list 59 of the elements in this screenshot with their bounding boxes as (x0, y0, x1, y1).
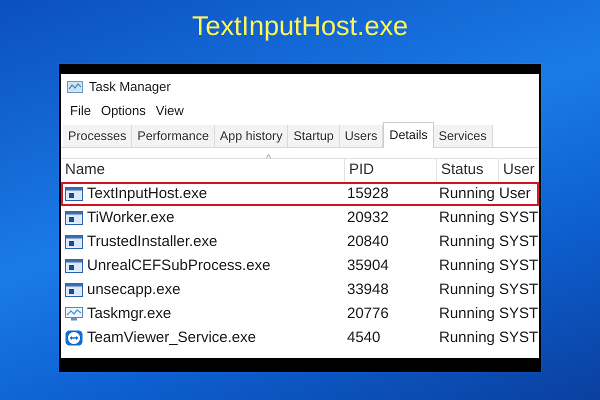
pid-cell-text: 33948 (346, 280, 390, 300)
monitor-icon (65, 307, 83, 321)
process-row[interactable]: unsecapp.exe 33948 Running SYST (61, 278, 539, 302)
app-icon (67, 80, 83, 94)
menu-item[interactable]: Options (96, 101, 151, 121)
window-title: Task Manager (89, 78, 171, 96)
pid-cell-text: 20932 (346, 208, 390, 228)
process-row[interactable]: TeamViewer_Service.exe 4540 Running SYST (61, 326, 539, 350)
user-cell-text: SYST (498, 232, 537, 252)
column-header[interactable]: User (499, 159, 539, 182)
user-cell-text: SYST (498, 304, 537, 324)
process-name: TeamViewer_Service.exe (87, 328, 256, 348)
process-row[interactable]: UnrealCEFSubProcess.exe 35904 Running SYST (61, 254, 539, 278)
window-icon (65, 211, 83, 225)
status-cell-text: Running (438, 304, 496, 324)
process-row[interactable]: Taskmgr.exe 20776 Running SYST (61, 302, 539, 326)
pid-cell-text: 20776 (346, 304, 390, 324)
window-icon (65, 235, 83, 249)
user-cell-text: User (498, 184, 532, 204)
process-name: TrustedInstaller.exe (87, 232, 218, 252)
process-name: unsecapp.exe (87, 280, 180, 300)
column-header[interactable]: Name (61, 159, 345, 182)
status-cell-text: Running (438, 184, 496, 204)
status-cell-text: Running (438, 328, 496, 348)
tab[interactable]: Startup (288, 125, 340, 147)
status-cell-text: Running (438, 256, 496, 276)
tab[interactable]: Details (383, 122, 434, 148)
process-row[interactable]: TiWorker.exe 20932 Running SYST (61, 206, 539, 230)
tab[interactable]: Processes (63, 125, 132, 147)
pid-cell-text: 35904 (346, 256, 390, 276)
user-cell-text: SYST (498, 280, 537, 300)
process-row[interactable]: TextInputHost.exe 15928 Running User (61, 182, 539, 206)
window-icon (65, 283, 83, 297)
menu-item[interactable]: View (150, 101, 189, 121)
tab[interactable]: Performance (132, 125, 215, 147)
user-cell-text: SYST (498, 256, 537, 276)
double-arrow-icon (65, 330, 83, 346)
menu-item[interactable]: File (65, 101, 96, 121)
user-cell-text: SYST (498, 208, 537, 228)
tab[interactable]: App history (214, 125, 288, 147)
process-name: TextInputHost.exe (87, 184, 208, 204)
window-icon (65, 259, 83, 273)
tab[interactable]: Users (340, 125, 384, 147)
user-cell-text: SYST (498, 328, 537, 348)
tab[interactable]: Services (434, 125, 493, 147)
window-icon (65, 187, 83, 201)
process-name: TiWorker.exe (87, 208, 175, 228)
column-header[interactable]: Status (437, 159, 499, 182)
status-cell-text: Running (438, 280, 496, 300)
status-cell-text: Running (438, 208, 496, 228)
column-header[interactable]: PID (345, 159, 437, 182)
pid-cell-text: 15928 (346, 184, 390, 204)
process-name: Taskmgr.exe (87, 304, 172, 324)
process-row[interactable]: TrustedInstaller.exe 20840 Running SYST (61, 230, 539, 254)
process-name: UnrealCEFSubProcess.exe (87, 256, 270, 276)
pid-cell-text: 4540 (346, 328, 382, 348)
headline: TextInputHost.exe (192, 10, 408, 43)
pid-cell-text: 20840 (346, 232, 390, 252)
status-cell-text: Running (438, 232, 496, 252)
